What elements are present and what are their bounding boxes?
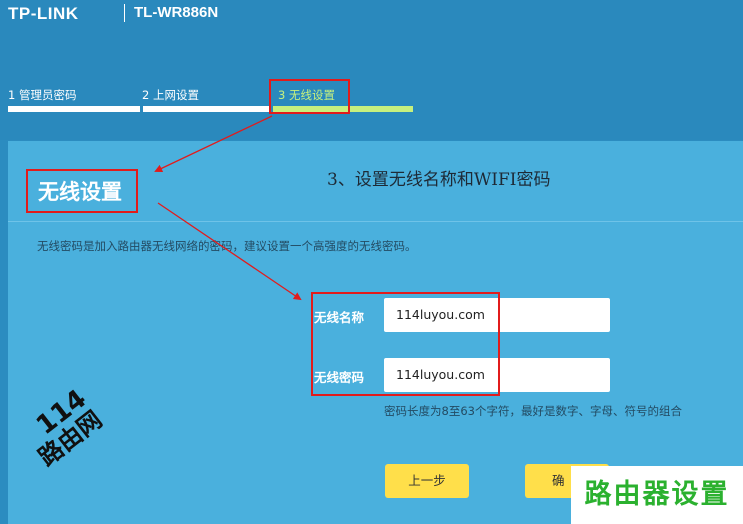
password-hint: 密码长度为8至63个字符，最好是数字、字母、符号的组合 <box>384 404 682 418</box>
step-bar-internet-settings <box>143 106 270 112</box>
tp-link-logo: TP-LINK <box>8 4 79 23</box>
section-divider <box>8 221 743 222</box>
brand-separator <box>124 4 125 22</box>
model-name: TL-WR886N <box>134 4 219 21</box>
prev-button[interactable]: 上一步 <box>385 464 469 498</box>
annotation-box-title <box>26 169 138 213</box>
step-admin-password[interactable]: 1 管理员密码 <box>8 87 76 103</box>
watermark-badge: 路由器设置 <box>571 466 743 524</box>
step-bar-admin-password <box>8 106 140 112</box>
header-bar <box>0 0 743 140</box>
annotation-text: 3、设置无线名称和WIFI密码 <box>327 170 551 190</box>
annotation-box-fields <box>311 292 500 396</box>
wireless-description: 无线密码是加入路由器无线网络的密码，建议设置一个高强度的无线密码。 <box>37 239 417 253</box>
step-internet-settings[interactable]: 2 上网设置 <box>142 87 199 103</box>
annotation-box-step <box>269 79 350 114</box>
